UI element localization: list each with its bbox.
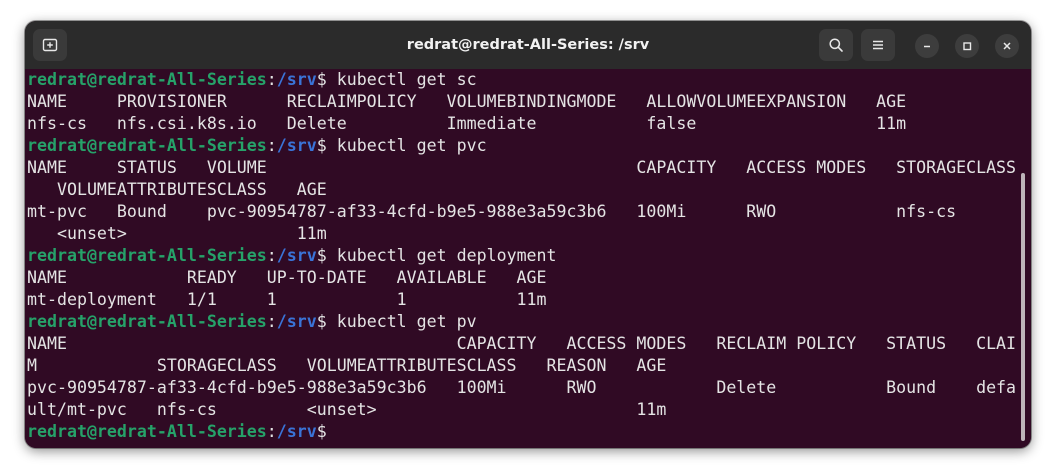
prompt-user-host: redrat@redrat-All-Series: [27, 70, 267, 89]
prompt-path: /srv: [276, 70, 317, 89]
output-line: <unset> 11m: [27, 223, 1021, 245]
output-line: ult/mt-pvc nfs-cs <unset> 11m: [27, 399, 1021, 421]
output-text: mt-pvc Bound pvc-90954787-af33-4cfd-b9e5…: [27, 202, 957, 221]
output-text: M STORAGECLASS VOLUMEATTRIBUTESCLASS REA…: [27, 356, 667, 375]
output-text: nfs-cs nfs.csi.k8s.io Delete Immediate f…: [27, 114, 907, 133]
maximize-icon: [963, 42, 972, 51]
search-icon: [829, 38, 843, 52]
output-line: pvc-90954787-af33-4cfd-b9e5-988e3a59c3b6…: [27, 377, 1021, 399]
output-text: <unset> 11m: [27, 224, 327, 243]
command-text: kubectl get sc: [326, 70, 477, 89]
close-icon: [1003, 42, 1011, 50]
prompt-separator: :: [266, 136, 277, 155]
command-text: kubectl get deployment: [326, 246, 557, 265]
title-bar[interactable]: redrat@redrat-All-Series: /srv: [25, 21, 1031, 69]
prompt-line: redrat@redrat-All-Series:/srv$: [27, 421, 1021, 443]
output-line: NAME STATUS VOLUME CAPACITY ACCESS MODES…: [27, 157, 1021, 179]
output-line: NAME PROVISIONER RECLAIMPOLICY VOLUMEBIN…: [27, 91, 1021, 113]
prompt-user-host: redrat@redrat-All-Series: [27, 312, 267, 331]
output-text: ult/mt-pvc nfs-cs <unset> 11m: [27, 400, 667, 419]
output-line: nfs-cs nfs.csi.k8s.io Delete Immediate f…: [27, 113, 1021, 135]
output-text: NAME CAPACITY ACCESS MODES RECLAIM POLIC…: [27, 334, 1017, 353]
output-line: mt-deployment 1/1 1 1 11m: [27, 289, 1021, 311]
prompt-separator: :: [266, 312, 277, 331]
command-text: kubectl get pv: [326, 312, 477, 331]
scrollbar[interactable]: [1021, 173, 1025, 441]
prompt-path: /srv: [276, 136, 317, 155]
prompt-path: /srv: [276, 422, 317, 441]
output-line: mt-pvc Bound pvc-90954787-af33-4cfd-b9e5…: [27, 201, 1021, 223]
prompt-path: /srv: [276, 246, 317, 265]
output-text: VOLUMEATTRIBUTESCLASS AGE: [27, 180, 327, 199]
terminal-window: redrat@redrat-All-Series: /srv redrat@re…: [25, 21, 1031, 448]
prompt-line: redrat@redrat-All-Series:/srv$ kubectl g…: [27, 245, 1021, 267]
prompt-separator: :: [266, 422, 277, 441]
prompt-line: redrat@redrat-All-Series:/srv$ kubectl g…: [27, 311, 1021, 333]
prompt-separator: :: [266, 246, 277, 265]
prompt-line: redrat@redrat-All-Series:/srv$ kubectl g…: [27, 135, 1021, 157]
prompt-separator: :: [266, 70, 277, 89]
text-cursor: [327, 422, 337, 440]
output-line: NAME READY UP-TO-DATE AVAILABLE AGE: [27, 267, 1021, 289]
command-text: kubectl get pvc: [326, 136, 487, 155]
output-text: mt-deployment 1/1 1 1 11m: [27, 290, 547, 309]
prompt-sigil: $: [316, 422, 327, 441]
prompt-line: redrat@redrat-All-Series:/srv$ kubectl g…: [27, 69, 1021, 91]
minimize-icon: [924, 45, 930, 48]
maximize-button[interactable]: [955, 34, 979, 58]
output-text: NAME STATUS VOLUME CAPACITY ACCESS MODES…: [27, 158, 1017, 177]
output-line: NAME CAPACITY ACCESS MODES RECLAIM POLIC…: [27, 333, 1021, 355]
close-button[interactable]: [995, 34, 1019, 58]
prompt-user-host: redrat@redrat-All-Series: [27, 136, 267, 155]
output-text: pvc-90954787-af33-4cfd-b9e5-988e3a59c3b6…: [27, 378, 1017, 397]
hamburger-menu-icon: [873, 40, 883, 50]
prompt-sigil: $: [316, 136, 327, 155]
prompt-user-host: redrat@redrat-All-Series: [27, 246, 267, 265]
search-button[interactable]: [819, 29, 853, 61]
output-line: M STORAGECLASS VOLUMEATTRIBUTESCLASS REA…: [27, 355, 1021, 377]
prompt-user-host: redrat@redrat-All-Series: [27, 422, 267, 441]
terminal-output-area[interactable]: redrat@redrat-All-Series:/srv$ kubectl g…: [25, 69, 1031, 448]
output-text: NAME READY UP-TO-DATE AVAILABLE AGE: [27, 268, 547, 287]
terminal-lines: redrat@redrat-All-Series:/srv$ kubectl g…: [27, 69, 1021, 443]
prompt-sigil: $: [316, 246, 327, 265]
minimize-button[interactable]: [915, 34, 939, 58]
prompt-sigil: $: [316, 70, 327, 89]
output-text: NAME PROVISIONER RECLAIMPOLICY VOLUMEBIN…: [27, 92, 907, 111]
prompt-path: /srv: [276, 312, 317, 331]
menu-button[interactable]: [861, 29, 895, 61]
prompt-sigil: $: [316, 312, 327, 331]
output-line: VOLUMEATTRIBUTESCLASS AGE: [27, 179, 1021, 201]
